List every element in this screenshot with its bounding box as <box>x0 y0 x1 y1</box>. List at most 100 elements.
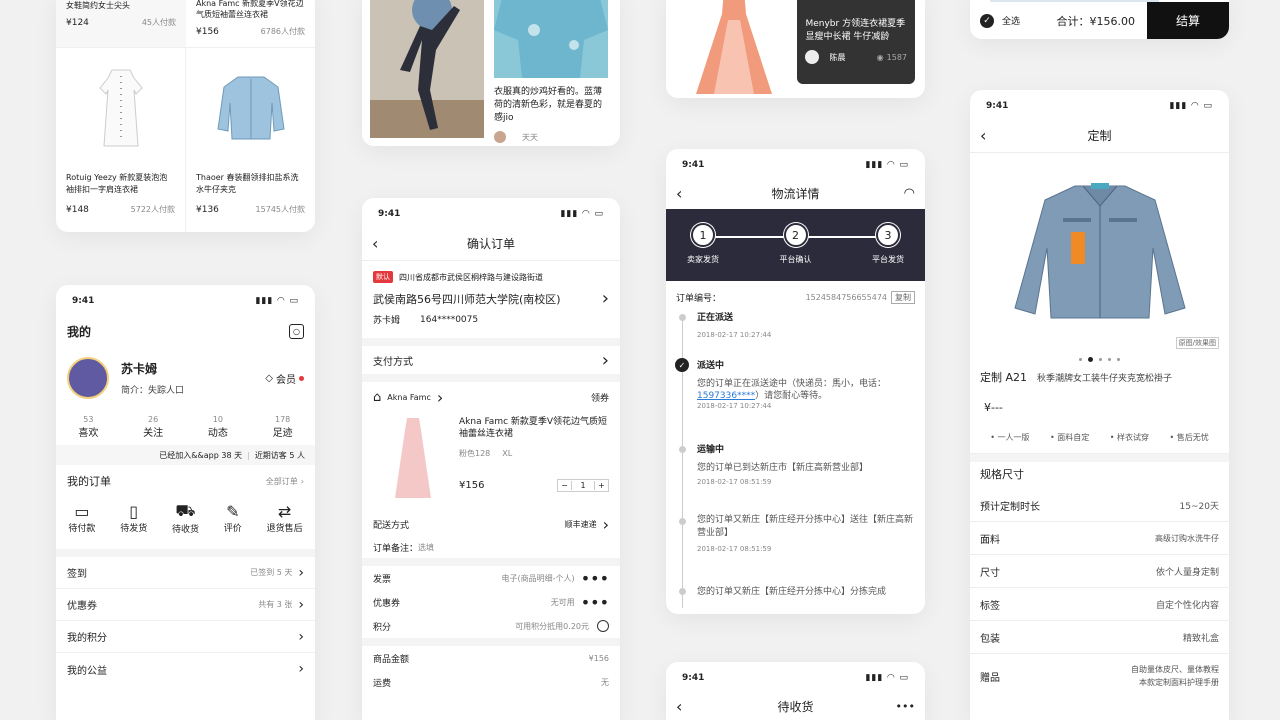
customize-screen: 9:41 ▮▮▮ ◠ ▭ ‹ 定制 原图/效果图 定制 A21 秋季潮牌女工装牛… <box>970 90 1229 720</box>
stat-item[interactable]: 26 关注 <box>143 415 163 439</box>
order-status-to-ship[interactable]: ▯ 待发货 <box>120 502 147 534</box>
settings-icon[interactable]: ○ <box>289 323 304 339</box>
coupon-row[interactable]: 优惠券 无可用 ••• <box>362 590 620 614</box>
menu-item-charity[interactable]: 我的公益 › <box>56 653 315 685</box>
spec-value: 自助量体皮尺、量体教程 本款定制面料护理手册 <box>1131 665 1219 687</box>
status-bar: 9:41 ▮▮▮ ◠ ▭ <box>970 94 1229 118</box>
timeline-event: 您的订单又新庄【新庄经开分拣中心】分拣完成 <box>679 584 915 608</box>
coupon-link[interactable]: 领券 <box>591 391 609 404</box>
feature-label: 售后无忧 <box>1176 433 1209 442</box>
status-time: 9:41 <box>682 160 705 170</box>
product-sold: 6786人付款 <box>260 27 305 36</box>
timeline-event: 您的订单又新庄【新庄经开分拣中心】送往【新庄高新营业部】 2018-02-17 … <box>679 514 915 584</box>
back-icon[interactable]: ‹ <box>676 697 682 716</box>
shop-row[interactable]: ⌂ Akna Famc › 领券 <box>362 382 620 412</box>
more-icon[interactable]: ••• <box>896 700 915 713</box>
stat-item[interactable]: 178 足迹 <box>273 415 293 439</box>
pending-receipt-screen: 9:41 ▮▮▮ ◠ ▭ ‹ 待收货 ••• <box>666 662 925 720</box>
stat-label: 关注 <box>143 428 164 439</box>
invoice-label: 发票 <box>373 574 392 585</box>
order-status-pending-payment[interactable]: ▭ 待付款 <box>68 502 95 534</box>
cart-checkout-card: ✓ 全选 合计：¥156.00 结算 <box>970 0 1229 39</box>
timeline-event: 运输中 您的订单已到达新庄市【新庄高新营业部】 2018-02-17 08:51… <box>679 442 915 514</box>
product-sold: 45人付款 <box>141 18 176 27</box>
feed-post[interactable]: 衣服真的炒鸡好看的。蓝薄荷的清新色彩，就是春夏的感jio 天天 <box>494 0 608 143</box>
copy-button[interactable]: 复制 <box>891 291 915 304</box>
status-icons: ▮▮▮ ◠ ▭ <box>255 296 299 306</box>
stat-num: 10 <box>212 415 223 424</box>
tracking-timeline: 正在派送 2018-02-17 10:27:44 ✓ 派送中 您的订单正在派送途… <box>666 310 925 608</box>
truck-icon: ⛟ <box>175 501 196 520</box>
step-label: 平台发货 <box>872 255 904 264</box>
feed-overlay-post[interactable]: Menybr 方领连衣裙夏季显瘦中长裙 牛仔减龄 陈晨 ◉ 1587 <box>797 0 915 84</box>
spec-label: 面料 <box>980 534 1000 546</box>
remark-row[interactable]: 订单备注： 选填 <box>362 536 620 558</box>
chevron-right-icon: › <box>298 661 304 677</box>
step-number: 1 <box>691 223 715 247</box>
image-mode-toggle[interactable]: 原图/效果图 <box>1175 337 1219 349</box>
event-time: 2018-02-17 08:51:59 <box>697 545 772 553</box>
plus-button[interactable]: + <box>594 481 608 490</box>
product-tile[interactable]: Rotuig Yeezy 新款夏装泡泡袖排扣一字肩连衣裙 ¥148 5722人付… <box>56 48 186 232</box>
feed-photo-dress[interactable] <box>676 0 792 94</box>
avatar[interactable] <box>67 357 109 399</box>
radio-button[interactable] <box>597 620 609 632</box>
feature-label: 面料自定 <box>1057 433 1090 442</box>
chevron-right-icon: › <box>436 387 444 407</box>
product-sold: 5722人付款 <box>130 205 175 214</box>
address-section[interactable]: 默认 四川省成都市武侯区桐梓路与建设路街道 武侯南路56号四川师范大学院(南校区… <box>362 261 620 338</box>
check-icon[interactable]: ✓ <box>980 13 994 28</box>
product-gallery[interactable]: 原图/效果图 <box>970 153 1229 353</box>
delivery-row[interactable]: 配送方式 顺丰速递 › <box>362 512 620 536</box>
freight-label: 运费 <box>373 678 392 689</box>
profile-section: 苏卡姆 简介：失踪人口 ◇ 会员 <box>56 345 315 411</box>
menu-item-coupons[interactable]: 优惠券 共有 3 张 › <box>56 589 315 621</box>
page-title: 确认订单 <box>466 236 515 251</box>
points-row[interactable]: 积分 可用积分抵用0.20元 <box>362 614 620 638</box>
check-icon: ✓ <box>675 358 689 372</box>
member-badge[interactable]: ◇ 会员 <box>265 371 304 386</box>
stat-item[interactable]: 53 喜欢 <box>78 415 98 439</box>
product-tile[interactable]: Thaoer 春装翻领排扣盐系洗水牛仔夹克 ¥136 15745人付款 <box>186 48 315 232</box>
product-tile[interactable]: Akna Famc 新款夏季V领花边气质短袖蕾丝连衣裙 ¥156 6786人付款 <box>186 0 315 47</box>
order-product: Akna Famc 新款夏季V领花边气质短袖蕾丝连衣裙 粉色128 XL ¥15… <box>362 412 620 512</box>
feature-tag: • 一人一版 <box>990 433 1030 442</box>
mine-header: 我的 ○ <box>56 313 315 345</box>
order-status-review[interactable]: ✎ 评价 <box>224 502 242 534</box>
coupon-label: 优惠券 <box>373 598 401 609</box>
chevron-right-icon: › <box>298 628 304 645</box>
quantity-stepper[interactable]: − 1 + <box>557 479 609 492</box>
event-text: 您的订单又新庄【新庄经开分拣中心】分拣完成 <box>697 587 887 597</box>
checkout-button[interactable]: 结算 <box>1147 2 1229 39</box>
menu-item-checkin[interactable]: 签到 已签到 5 天 › <box>56 557 315 589</box>
carousel-dots <box>970 353 1229 365</box>
product-tile[interactable]: 女鞋简约女士尖头 ¥124 45人付款 <box>56 0 186 47</box>
back-icon[interactable]: ‹ <box>676 184 682 203</box>
product-title: Rotuig Yeezy 新款夏装泡泡袖排扣一字肩连衣裙 <box>66 173 168 194</box>
feed-photo-shirt <box>494 0 608 78</box>
back-icon[interactable]: ‹ <box>980 126 986 145</box>
headset-icon[interactable]: ◠ <box>904 186 915 201</box>
user-bio: 简介：失踪人口 <box>121 386 185 396</box>
remark-input[interactable]: 选填 <box>418 542 434 553</box>
payment-method-row[interactable]: 支付方式 › <box>362 346 620 374</box>
courier-phone-link[interactable]: 1597336**** <box>697 391 755 401</box>
product-grid-card: 女鞋简约女士尖头 ¥124 45人付款 Akna Famc 新款夏季V领花边气质… <box>56 0 315 232</box>
spec-value: 依个人量身定制 <box>1155 567 1219 578</box>
status-time: 9:41 <box>682 673 705 683</box>
feed-photo-yoga[interactable] <box>370 0 484 138</box>
stat-item[interactable]: 10 动态 <box>208 415 228 439</box>
order-status-to-receive[interactable]: ⛟ 待收货 <box>172 501 199 535</box>
dress-image <box>66 58 175 158</box>
feed-card: 衣服真的炒鸡好看的。蓝薄荷的清新色彩，就是春夏的感jio 天天 <box>362 0 620 146</box>
menu-item-points[interactable]: 我的积分 › <box>56 621 315 653</box>
menu-value: 已签到 5 天 <box>250 568 293 577</box>
back-icon[interactable]: ‹ <box>372 234 378 253</box>
product-image <box>373 416 453 500</box>
status-bar: 9:41 ▮▮▮ ◠ ▭ <box>362 202 620 226</box>
payment-method-label: 支付方式 <box>373 356 413 368</box>
invoice-row[interactable]: 发票 电子(商品明细-个人) ••• <box>362 566 620 590</box>
all-orders-link[interactable]: 全部订单 › <box>266 476 304 487</box>
minus-button[interactable]: − <box>558 481 572 490</box>
order-status-refund[interactable]: ⇄ 退货售后 <box>267 502 303 534</box>
